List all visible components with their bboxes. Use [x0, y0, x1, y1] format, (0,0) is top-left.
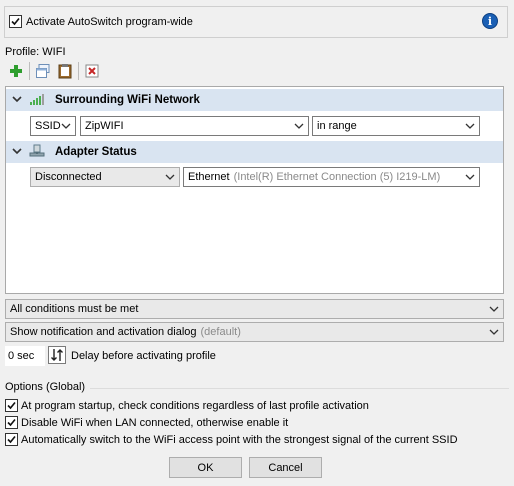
sort-arrows-icon: [51, 349, 63, 361]
toolbar-separator: [78, 62, 79, 80]
adapter-status-select[interactable]: Disconnected: [30, 167, 180, 187]
activate-checkbox[interactable]: [9, 15, 22, 28]
ssid-value: ZipWIFI: [85, 120, 124, 132]
wifi-signal-icon: [29, 93, 47, 108]
wifi-group-header[interactable]: Surrounding WiFi Network: [6, 89, 503, 111]
adapter-group-title: Adapter Status: [55, 146, 137, 158]
adapter-select[interactable]: Ethernet (Intel(R) Ethernet Connection (…: [183, 167, 480, 187]
notification-mode-value: Show notification and activation dialog: [10, 326, 197, 338]
condition-type-select[interactable]: SSID: [30, 116, 76, 136]
adapter-status-value: Disconnected: [35, 171, 102, 183]
checkbox[interactable]: [5, 433, 18, 446]
chevron-down-icon: [294, 123, 304, 129]
notification-mode-select[interactable]: Show notification and activation dialog …: [5, 322, 504, 342]
adapter-description: (Intel(R) Ethernet Connection (5) I219-L…: [233, 171, 441, 183]
options-divider: [90, 388, 509, 389]
delete-icon[interactable]: [83, 62, 101, 80]
checkbox[interactable]: [5, 416, 18, 429]
range-state-select[interactable]: in range: [312, 116, 480, 136]
conditions-panel: Surrounding WiFi Network SSID ZipWIFI in…: [5, 86, 504, 294]
option-label: Disable WiFi when LAN connected, otherwi…: [21, 416, 289, 429]
option-auto-switch[interactable]: Automatically switch to the WiFi access …: [5, 432, 458, 447]
range-state-value: in range: [317, 120, 357, 132]
chevron-down-icon[interactable]: [9, 147, 25, 158]
ok-button[interactable]: OK: [169, 457, 242, 478]
chevron-down-icon: [489, 306, 499, 312]
options-title: Options (Global): [5, 381, 86, 393]
delay-value: 0 sec: [8, 350, 35, 362]
condition-match-select[interactable]: All conditions must be met: [5, 299, 504, 319]
chevron-down-icon: [165, 174, 175, 180]
option-disable-wifi[interactable]: Disable WiFi when LAN connected, otherwi…: [5, 415, 288, 430]
add-icon[interactable]: [7, 62, 25, 80]
condition-type-value: SSID: [35, 120, 61, 132]
delay-label: Delay before activating profile: [71, 350, 216, 362]
activate-box: Activate AutoSwitch program-wide i: [4, 6, 508, 38]
chevron-down-icon[interactable]: [9, 95, 25, 106]
toolbar-separator: [29, 62, 30, 80]
wifi-group-title: Surrounding WiFi Network: [55, 94, 200, 106]
notification-mode-default: (default): [200, 326, 241, 338]
chevron-down-icon: [489, 329, 499, 335]
delay-stepper[interactable]: [48, 346, 66, 364]
checkbox[interactable]: [5, 399, 18, 412]
option-label: Automatically switch to the WiFi access …: [21, 433, 458, 446]
activate-label: Activate AutoSwitch program-wide: [26, 15, 193, 28]
profile-label: Profile: WIFI: [5, 46, 66, 58]
toolbar: [7, 62, 101, 80]
info-icon[interactable]: i: [482, 13, 498, 29]
adapter-group-header[interactable]: Adapter Status: [6, 141, 503, 163]
adapter-name: Ethernet: [188, 171, 230, 183]
cancel-button[interactable]: Cancel: [249, 457, 322, 478]
ssid-combo[interactable]: ZipWIFI: [80, 116, 309, 136]
condition-match-value: All conditions must be met: [10, 303, 139, 315]
chevron-down-icon: [465, 123, 475, 129]
clipboard-icon[interactable]: [56, 62, 74, 80]
chevron-down-icon: [464, 171, 476, 183]
network-adapter-icon: [29, 144, 47, 161]
delay-input[interactable]: 0 sec: [5, 346, 45, 366]
copy-window-icon[interactable]: [34, 62, 52, 80]
option-label: At program startup, check conditions reg…: [21, 399, 369, 412]
chevron-down-icon: [61, 123, 71, 129]
option-startup-check[interactable]: At program startup, check conditions reg…: [5, 398, 369, 413]
activate-checkbox-row[interactable]: Activate AutoSwitch program-wide: [9, 15, 193, 28]
